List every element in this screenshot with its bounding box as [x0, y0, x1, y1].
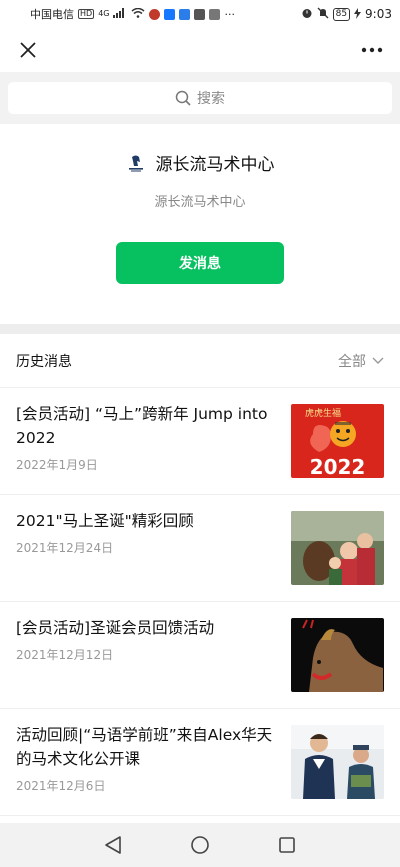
thumb-year-text: 2022	[310, 455, 366, 478]
recents-button[interactable]	[267, 825, 307, 865]
wifi-icon	[131, 7, 145, 20]
screen: 中国电信 HD 4G ··· 85 9:03 搜索 源长流马术中心 源长流马术中…	[0, 0, 400, 867]
home-icon	[191, 836, 209, 854]
list-item[interactable]: [会员活动]圣诞会员回馈活动 2021年12月12日	[0, 602, 400, 709]
item-text: 活动回顾|“马语学前班”来自Alex华天的马术文化公开课 2021年12月6日	[16, 723, 291, 794]
item-date: 2021年12月12日	[16, 648, 114, 662]
item-date: 2022年1月9日	[16, 458, 98, 472]
thumb-top-text: 虎虎生福	[305, 407, 341, 419]
back-button[interactable]	[93, 825, 133, 865]
more-icon	[361, 47, 383, 53]
item-title: 2021"马上圣诞"精彩回顾	[16, 512, 194, 530]
app-notification-icon-1	[149, 8, 161, 20]
hd-icon: HD	[78, 9, 95, 19]
status-right: 85 9:03	[301, 7, 392, 21]
item-thumbnail	[291, 511, 384, 585]
close-icon	[20, 42, 36, 58]
filter-label: 全部	[338, 353, 366, 370]
system-nav-bar	[0, 823, 400, 867]
account-subtitle: 源长流马术中心	[154, 195, 246, 210]
item-thumbnail: 虎虎生福 2022	[291, 404, 384, 478]
item-title: 活动回顾|“马语学前班”来自Alex华天的马术文化公开课	[16, 726, 273, 768]
search-placeholder: 搜索	[197, 91, 225, 107]
battery-level: 85	[332, 7, 351, 21]
more-notifications-label: ···	[224, 7, 235, 21]
section-divider	[0, 324, 400, 334]
app-notification-icon-3	[179, 8, 191, 20]
home-button[interactable]	[180, 825, 220, 865]
recents-icon	[278, 837, 295, 853]
mute-icon	[317, 7, 329, 21]
search-icon	[175, 90, 191, 106]
chevron-down-icon	[372, 357, 384, 364]
charging-icon	[354, 7, 362, 21]
signal-icon	[113, 8, 127, 20]
account-logo	[126, 153, 146, 173]
carrier-label: 中国电信	[30, 8, 74, 21]
item-date: 2021年12月6日	[16, 779, 106, 793]
app-notification-icon-5	[209, 8, 221, 20]
account-profile: 源长流马术中心 源长流马术中心 发消息	[0, 124, 400, 324]
history-list: [会员活动] “马上”跨新年 Jump into 2022 2022年1月9日 …	[0, 388, 400, 816]
send-message-button[interactable]: 发消息	[116, 242, 284, 284]
back-icon	[105, 836, 122, 854]
account-name: 源长流马术中心	[155, 155, 275, 175]
item-title: [会员活动] “马上”跨新年 Jump into 2022	[16, 405, 268, 447]
top-bar	[0, 28, 400, 72]
item-text: [会员活动]圣诞会员回馈活动 2021年12月12日	[16, 616, 291, 663]
app-notification-icon-4	[194, 8, 206, 20]
list-item[interactable]: 活动回顾|“马语学前班”来自Alex华天的马术文化公开课 2021年12月6日	[0, 709, 400, 816]
close-button[interactable]	[14, 36, 42, 64]
list-item[interactable]: [会员活动] “马上”跨新年 Jump into 2022 2022年1月9日 …	[0, 388, 400, 495]
item-text: [会员活动] “马上”跨新年 Jump into 2022 2022年1月9日	[16, 402, 291, 473]
history-header: 历史消息 全部	[0, 334, 400, 388]
app-notification-icon-2	[164, 8, 176, 20]
alarm-icon	[301, 7, 313, 21]
status-bar: 中国电信 HD 4G ··· 85 9:03	[0, 0, 400, 28]
profile-title-row: 源长流马术中心	[0, 150, 400, 175]
item-thumbnail	[291, 725, 384, 799]
search-input[interactable]: 搜索	[8, 82, 392, 114]
clock: 9:03	[365, 7, 392, 21]
search-area: 搜索	[0, 72, 400, 124]
list-item[interactable]: 2021"马上圣诞"精彩回顾 2021年12月24日	[0, 495, 400, 602]
item-text: 2021"马上圣诞"精彩回顾 2021年12月24日	[16, 509, 291, 556]
network-label: 4G	[98, 9, 110, 18]
more-button[interactable]	[358, 36, 386, 64]
item-date: 2021年12月24日	[16, 541, 114, 555]
item-title: [会员活动]圣诞会员回馈活动	[16, 619, 215, 637]
history-filter[interactable]: 全部	[338, 351, 384, 371]
item-thumbnail	[291, 618, 384, 692]
history-title: 历史消息	[16, 353, 72, 370]
status-left: 中国电信 HD 4G ···	[30, 6, 235, 22]
